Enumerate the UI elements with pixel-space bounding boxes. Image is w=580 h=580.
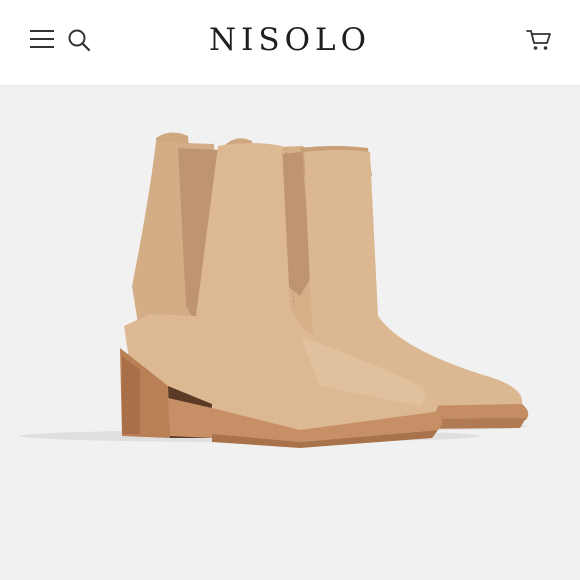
left-boot: [120, 132, 443, 448]
chelsea-boots-illustration: [20, 132, 530, 448]
product-image: [0, 86, 580, 580]
site-header: NISOLO: [0, 0, 580, 86]
brand-logo[interactable]: NISOLO: [0, 20, 580, 60]
shopping-cart-icon[interactable]: [526, 28, 552, 52]
